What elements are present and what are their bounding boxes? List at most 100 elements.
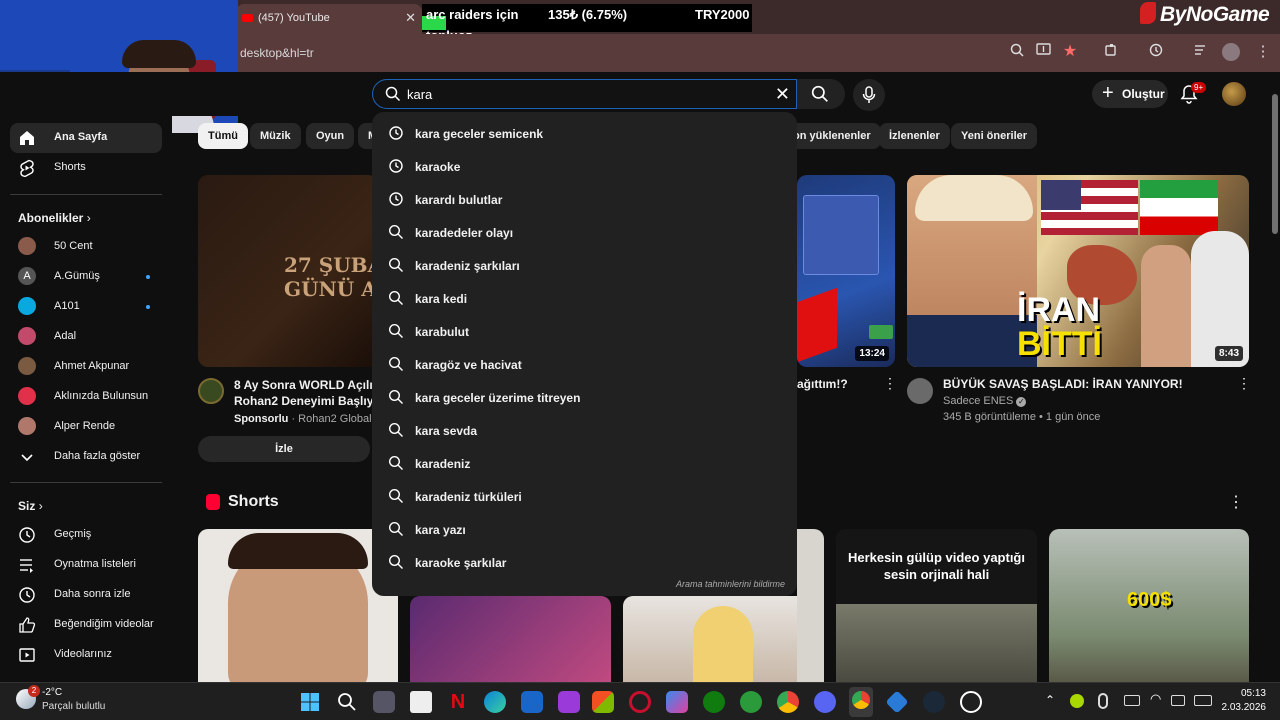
sidebar-channel-agumus[interactable]: A A.Gümüş — [10, 262, 162, 292]
you-heading[interactable]: Siz › — [18, 499, 43, 513]
app-icon[interactable] — [885, 690, 909, 714]
ad-watch-button[interactable]: İzle — [198, 436, 370, 462]
more-options-icon[interactable]: ⋮ — [1228, 492, 1244, 512]
suggestion-item[interactable]: karadedeler olayı — [372, 216, 797, 249]
chevron-up-icon[interactable]: ⌃ — [1045, 693, 1055, 707]
chrome-active-icon[interactable] — [849, 687, 873, 717]
sidebar-item-watch-later[interactable]: Daha sonra izle — [10, 580, 162, 610]
zoom-icon[interactable] — [1008, 43, 1026, 61]
chip-all[interactable]: Tümü — [198, 123, 248, 149]
install-app-icon[interactable] — [1035, 43, 1053, 61]
search-input[interactable] — [407, 85, 747, 103]
chip-music[interactable]: Müzik — [250, 123, 301, 149]
suggestion-item[interactable]: karadeniz türküleri — [372, 480, 797, 513]
sidebar-item-your-videos[interactable]: Videolarınız — [10, 640, 162, 670]
suggestion-item[interactable]: karaoke şarkılar — [372, 546, 797, 579]
sidebar-channel-alper-rende[interactable]: Alper Rende — [10, 412, 162, 442]
channel-avatar[interactable] — [907, 378, 933, 404]
chip-recently-uploaded[interactable]: on yüklenenler — [783, 123, 881, 149]
suggestion-item[interactable]: karardı bulutlar — [372, 183, 797, 216]
short-thumbnail[interactable] — [410, 596, 611, 682]
start-button[interactable] — [299, 691, 321, 713]
sidebar-channel-50cent[interactable]: 50 Cent — [10, 232, 162, 262]
wifi-icon[interactable]: ◠ — [1150, 691, 1161, 707]
more-options-icon[interactable]: ⋮ — [1237, 375, 1251, 392]
short-thumbnail[interactable]: 600$ — [1049, 529, 1249, 682]
sidebar-item-home[interactable]: Ana Sayfa — [10, 123, 162, 153]
bookmark-star-icon[interactable]: ★ — [1061, 43, 1079, 61]
search-button[interactable] — [797, 79, 845, 109]
task-view-icon[interactable] — [373, 691, 395, 713]
sidebar-channel-adal[interactable]: Adal — [10, 322, 162, 352]
store-icon[interactable] — [592, 691, 614, 713]
app-icon[interactable] — [521, 691, 543, 713]
opera-icon[interactable] — [629, 691, 651, 713]
suggestion-item[interactable]: karabulut — [372, 315, 797, 348]
more-options-icon[interactable]: ⋮ — [883, 375, 897, 392]
suggestion-item[interactable]: karadeniz — [372, 447, 797, 480]
page-scrollbar[interactable] — [1270, 72, 1280, 682]
browser-menu-icon[interactable]: ⋮ — [1254, 43, 1272, 61]
short-thumbnail-edge[interactable] — [797, 529, 824, 682]
chip-gaming[interactable]: Oyun — [306, 123, 355, 149]
suggestion-item[interactable]: kara geceler üzerime titreyen — [372, 381, 797, 414]
show-more-button[interactable]: Daha fazla göster — [10, 442, 162, 472]
suggestion-item[interactable]: kara sevda — [372, 414, 797, 447]
video-title[interactable]: BÜYÜK SAVAŞ BAŞLADI: İRAN YANIYOR! — [943, 377, 1183, 391]
microphone-icon[interactable] — [1098, 693, 1108, 709]
discord-icon[interactable] — [814, 691, 836, 713]
profile-avatar[interactable] — [1222, 43, 1240, 61]
video-thumbnail-iran[interactable]: İRAN BİTTİ 8:43 — [907, 175, 1249, 367]
system-clock[interactable]: 05:13 2.03.2026 — [1222, 687, 1267, 715]
sidebar-channel-a101[interactable]: A101 — [10, 292, 162, 322]
suggestion-item[interactable]: kara yazı — [372, 513, 797, 546]
suggestion-item[interactable]: karaoke — [372, 150, 797, 183]
close-tab-icon[interactable]: ✕ — [405, 10, 416, 26]
ad-title[interactable]: 8 Ay Sonra WORLD Açılıyo Rohan2 Deneyimi… — [234, 377, 374, 409]
history-icon[interactable] — [1147, 43, 1165, 61]
short-thumbnail[interactable]: Herkesin gülüp video yaptığı sesin orjin… — [836, 529, 1037, 682]
scrollbar-thumb[interactable] — [1272, 94, 1278, 234]
url-text[interactable]: desktop&hl=tr — [240, 46, 314, 60]
steam-icon[interactable] — [923, 691, 945, 713]
sidebar-channel-akliniza-bulunsun[interactable]: Aklınızda Bulunsun — [10, 382, 162, 412]
keyboard-icon[interactable] — [1124, 695, 1140, 706]
sidebar-item-shorts[interactable]: Shorts — [10, 153, 162, 183]
short-thumbnail[interactable] — [623, 596, 797, 682]
clear-search-icon[interactable]: ✕ — [775, 84, 790, 104]
video-channel[interactable]: Sadece ENES ✓ — [943, 395, 1027, 407]
edge-icon[interactable] — [484, 691, 506, 713]
chip-new-to-you[interactable]: Yeni öneriler — [951, 123, 1038, 149]
video-title[interactable]: ağıttım!? — [797, 377, 848, 391]
tab-youtube[interactable]: (457) YouTube ✕ — [236, 4, 422, 34]
create-button[interactable]: + Oluştur — [1092, 80, 1168, 108]
chrome-icon[interactable] — [777, 691, 799, 713]
sidebar-item-history[interactable]: Geçmiş — [10, 520, 162, 550]
channel-avatar[interactable] — [198, 378, 224, 404]
media-control-icon[interactable] — [1192, 43, 1210, 61]
chip-watched[interactable]: İzlenenler — [879, 123, 950, 149]
subscriptions-heading[interactable]: Abonelikler › — [18, 211, 91, 225]
search-box[interactable]: ✕ — [372, 79, 797, 109]
suggestion-item[interactable]: karadeniz şarkıları — [372, 249, 797, 282]
report-predictions-link[interactable]: Arama tahminlerini bildirme — [676, 579, 785, 589]
speaker-icon[interactable] — [1171, 695, 1185, 706]
sidebar-item-playlists[interactable]: Oynatma listeleri — [10, 550, 162, 580]
xbox-icon[interactable] — [703, 691, 725, 713]
suggestion-item[interactable]: kara geceler semicenk — [372, 117, 797, 150]
short-thumbnail[interactable] — [198, 529, 398, 682]
sidebar-item-liked-videos[interactable]: Beğendiğim videolar — [10, 610, 162, 640]
copilot-icon[interactable] — [666, 691, 688, 713]
battery-icon[interactable] — [1194, 695, 1212, 706]
search-taskbar-icon[interactable] — [336, 691, 358, 713]
utorrent-icon[interactable] — [740, 691, 762, 713]
voice-search-button[interactable] — [853, 79, 885, 111]
app-icon[interactable] — [558, 691, 580, 713]
suggestion-item[interactable]: karagöz ve hacivat — [372, 348, 797, 381]
obs-icon[interactable] — [960, 691, 982, 713]
extensions-icon[interactable] — [1102, 43, 1120, 61]
account-avatar[interactable] — [1222, 82, 1246, 106]
sidebar-channel-ahmet-akpunar[interactable]: Ahmet Akpunar — [10, 352, 162, 382]
netflix-icon[interactable]: N — [447, 691, 469, 713]
video-thumbnail[interactable]: 13:24 — [797, 175, 895, 367]
